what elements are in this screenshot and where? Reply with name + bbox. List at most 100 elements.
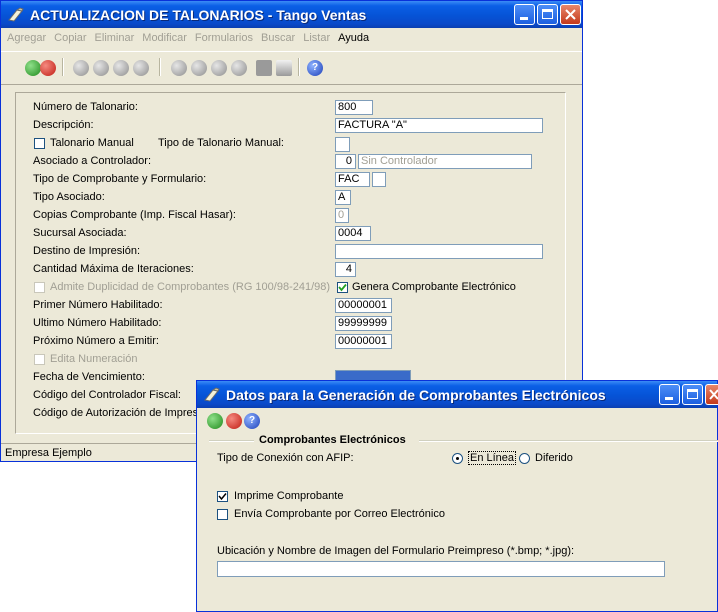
group-divider-left [209,440,254,442]
tipo-asociado-field[interactable]: A [335,190,351,205]
previous-record-icon[interactable] [93,60,109,76]
print-preview-icon[interactable] [276,60,292,76]
close-button[interactable] [560,4,581,25]
toolbar: ? [1,51,582,85]
close-icon [709,389,718,400]
app-icon [8,6,24,22]
dialog-title: Datos para la Generación de Comprobantes… [226,386,606,403]
app-icon [204,386,220,402]
genera-electronico-checkbox[interactable] [337,282,348,293]
toolbar-separator [159,58,161,76]
sucursal-field[interactable]: 0004 [335,226,371,241]
edita-numeracion-checkbox [34,354,45,365]
proximo-field[interactable]: 00000001 [335,334,392,349]
label-tipo-talonario-manual: Tipo de Talonario Manual: [158,137,284,149]
label-tipo-asociado: Tipo Asociado: [33,191,105,203]
asociado-number-field[interactable]: 0 [335,154,356,169]
menu-ayuda[interactable]: Ayuda [338,32,369,44]
dialog-title-bar[interactable]: Datos para la Generación de Comprobantes… [197,381,717,408]
descripcion-field[interactable]: FACTURA "A" [335,118,543,133]
main-title-bar[interactable]: ACTUALIZACION DE TALONARIOS - Tango Vent… [1,1,582,28]
label-primer: Primer Número Habilitado: [33,299,163,311]
refresh-icon[interactable] [231,60,247,76]
back-icon[interactable] [191,60,207,76]
confirm-icon[interactable] [25,60,41,76]
maximize-button[interactable] [537,4,558,25]
label-cantidad: Cantidad Máxima de Iteraciones: [33,263,194,275]
label-fecha: Fecha de Vencimiento: [33,371,145,383]
imprime-checkbox[interactable] [217,491,228,502]
tipo-talonario-manual-field[interactable] [335,137,350,152]
menu-bar: Agregar Copiar Eliminar Modificar Formul… [3,29,373,47]
menu-copiar[interactable]: Copiar [54,32,86,44]
minimize-icon [520,17,528,20]
dialog-minimize-button[interactable] [659,384,680,405]
dialog-confirm-icon[interactable] [207,413,223,429]
label-diferido: Diferido [535,452,573,464]
label-codigo-controlador: Código del Controlador Fiscal: [33,389,181,401]
menu-agregar[interactable]: Agregar [7,32,46,44]
group-title: Comprobantes Electrónicos [259,434,406,446]
help-icon[interactable]: ? [307,60,323,76]
main-title: ACTUALIZACION DE TALONARIOS - Tango Vent… [30,6,367,23]
checkmark-icon [218,493,227,501]
binoculars-icon[interactable] [256,60,272,76]
label-asociado: Asociado a Controlador: [33,155,152,167]
formulario-field[interactable] [372,172,386,187]
cancel-icon[interactable] [40,60,56,76]
dialog-help-icon[interactable]: ? [244,413,260,429]
diferido-radio[interactable] [519,453,530,464]
numero-field[interactable]: 800 [335,100,373,115]
maximize-icon [542,9,553,19]
label-envia: Envía Comprobante por Correo Electrónico [234,508,445,520]
label-en-linea: En Línea [468,451,517,465]
close-icon [565,9,576,20]
minimize-icon [665,397,673,400]
en-linea-radio[interactable] [452,453,463,464]
last-record-icon[interactable] [133,60,149,76]
menu-formularios[interactable]: Formularios [195,32,253,44]
label-tipo-conexion: Tipo de Conexión con AFIP: [217,452,354,464]
ubicacion-field[interactable] [217,561,665,577]
group-divider-right [419,440,718,442]
label-talonario-manual: Talonario Manual [50,137,134,149]
menu-listar[interactable]: Listar [303,32,330,44]
menu-buscar[interactable]: Buscar [261,32,295,44]
asociado-description-field: Sin Controlador [358,154,532,169]
status-text: Empresa Ejemplo [5,447,92,459]
forward-icon[interactable] [211,60,227,76]
first-record-icon[interactable] [73,60,89,76]
menu-modificar[interactable]: Modificar [142,32,187,44]
tipo-comprobante-field[interactable]: FAC [335,172,370,187]
checkmark-icon [338,283,347,292]
minimize-button[interactable] [514,4,535,25]
maximize-icon [687,389,698,399]
admite-duplicidad-checkbox [34,282,45,293]
envia-checkbox[interactable] [217,509,228,520]
primer-field[interactable]: 00000001 [335,298,392,313]
dialog-close-button[interactable] [705,384,718,405]
dialog-maximize-button[interactable] [682,384,703,405]
label-imprime: Imprime Comprobante [234,490,344,502]
label-tipo-comprobante: Tipo de Comprobante y Formulario: [33,173,207,185]
next-record-icon[interactable] [113,60,129,76]
label-ubicacion: Ubicación y Nombre de Imagen del Formula… [217,545,575,557]
label-destino: Destino de Impresión: [33,245,140,257]
electronic-dialog: Datos para la Generación de Comprobantes… [196,380,718,612]
copias-field: 0 [335,208,349,223]
dialog-cancel-icon[interactable] [226,413,242,429]
label-edita-numeracion: Edita Numeración [50,353,138,365]
label-codigo-autorizacion: Código de Autorización de Impresión [33,407,213,419]
label-ultimo: Ultimo Número Habilitado: [33,317,162,329]
ultimo-field[interactable]: 99999999 [335,316,392,331]
settings-icon[interactable] [171,60,187,76]
label-descripcion: Descripción: [33,119,94,131]
cantidad-field[interactable]: 4 [335,262,356,277]
label-numero: Número de Talonario: [33,101,138,113]
toolbar-separator [298,58,300,76]
label-proximo: Próximo Número a Emitir: [33,335,159,347]
toolbar-separator [62,58,64,76]
menu-eliminar[interactable]: Eliminar [95,32,135,44]
talonario-manual-checkbox[interactable] [34,138,45,149]
destino-field[interactable] [335,244,543,259]
